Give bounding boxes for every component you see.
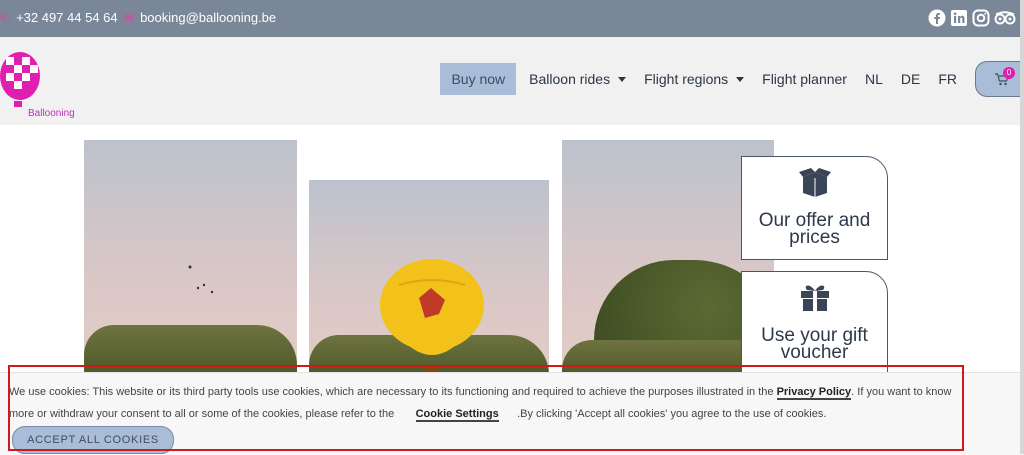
buy-now-button[interactable]: Buy now <box>440 63 517 95</box>
linkedin-icon[interactable] <box>950 9 968 27</box>
box-icon <box>798 168 831 197</box>
cart-button[interactable]: 0 <box>975 61 1024 97</box>
instagram-icon[interactable] <box>972 9 990 27</box>
email-link[interactable]: ✉ booking@ballooning.be <box>124 10 276 25</box>
facebook-icon[interactable] <box>928 9 946 27</box>
nav-flight-regions[interactable]: Flight regions <box>644 71 745 87</box>
top-contact-bar: ✆ +32 497 44 54 64 ✉ booking@ballooning.… <box>0 0 1024 37</box>
lang-de[interactable]: DE <box>901 71 920 87</box>
social-links <box>928 9 1016 27</box>
gift-icon <box>800 285 829 311</box>
mail-icon: ✉ <box>124 10 135 25</box>
nav-balloon-rides[interactable]: Balloon rides <box>529 71 627 87</box>
balloon-logo-icon <box>0 52 40 107</box>
voucher-card-title: Use your gift voucher <box>761 325 868 363</box>
main-navigation: Buy now Balloon rides Flight regions Fli… <box>440 61 1024 97</box>
logo[interactable]: Ballooning <box>0 51 90 119</box>
tripadvisor-icon[interactable] <box>994 9 1016 27</box>
lang-fr[interactable]: FR <box>938 71 957 87</box>
cart-count-badge: 0 <box>1003 67 1015 79</box>
balloon-photo-1 <box>84 140 297 380</box>
balloon-photo-2 <box>309 180 549 380</box>
hot-air-balloon-image <box>380 259 484 376</box>
phone-link[interactable]: ✆ +32 497 44 54 64 <box>0 10 118 25</box>
offer-card-title: Our offer and prices <box>758 210 871 248</box>
lang-nl[interactable]: NL <box>865 71 883 87</box>
voucher-card[interactable]: Use your gift voucher <box>741 271 888 375</box>
highlight-outline <box>8 365 964 451</box>
nav-flight-regions-label: Flight regions <box>644 71 729 87</box>
logo-text: Ballooning <box>28 108 75 119</box>
email-address: booking@ballooning.be <box>140 10 277 25</box>
nav-flight-planner[interactable]: Flight planner <box>762 71 847 87</box>
chevron-down-icon <box>618 76 627 82</box>
site-header: Ballooning Buy now Balloon rides Flight … <box>0 37 1024 125</box>
phone-icon: ✆ <box>0 10 11 25</box>
chevron-down-icon <box>736 76 745 82</box>
scrollbar[interactable] <box>1020 0 1024 454</box>
offer-card[interactable]: Our offer and prices <box>741 156 888 260</box>
nav-balloon-rides-label: Balloon rides <box>529 71 611 87</box>
phone-number: +32 497 44 54 64 <box>16 10 118 25</box>
